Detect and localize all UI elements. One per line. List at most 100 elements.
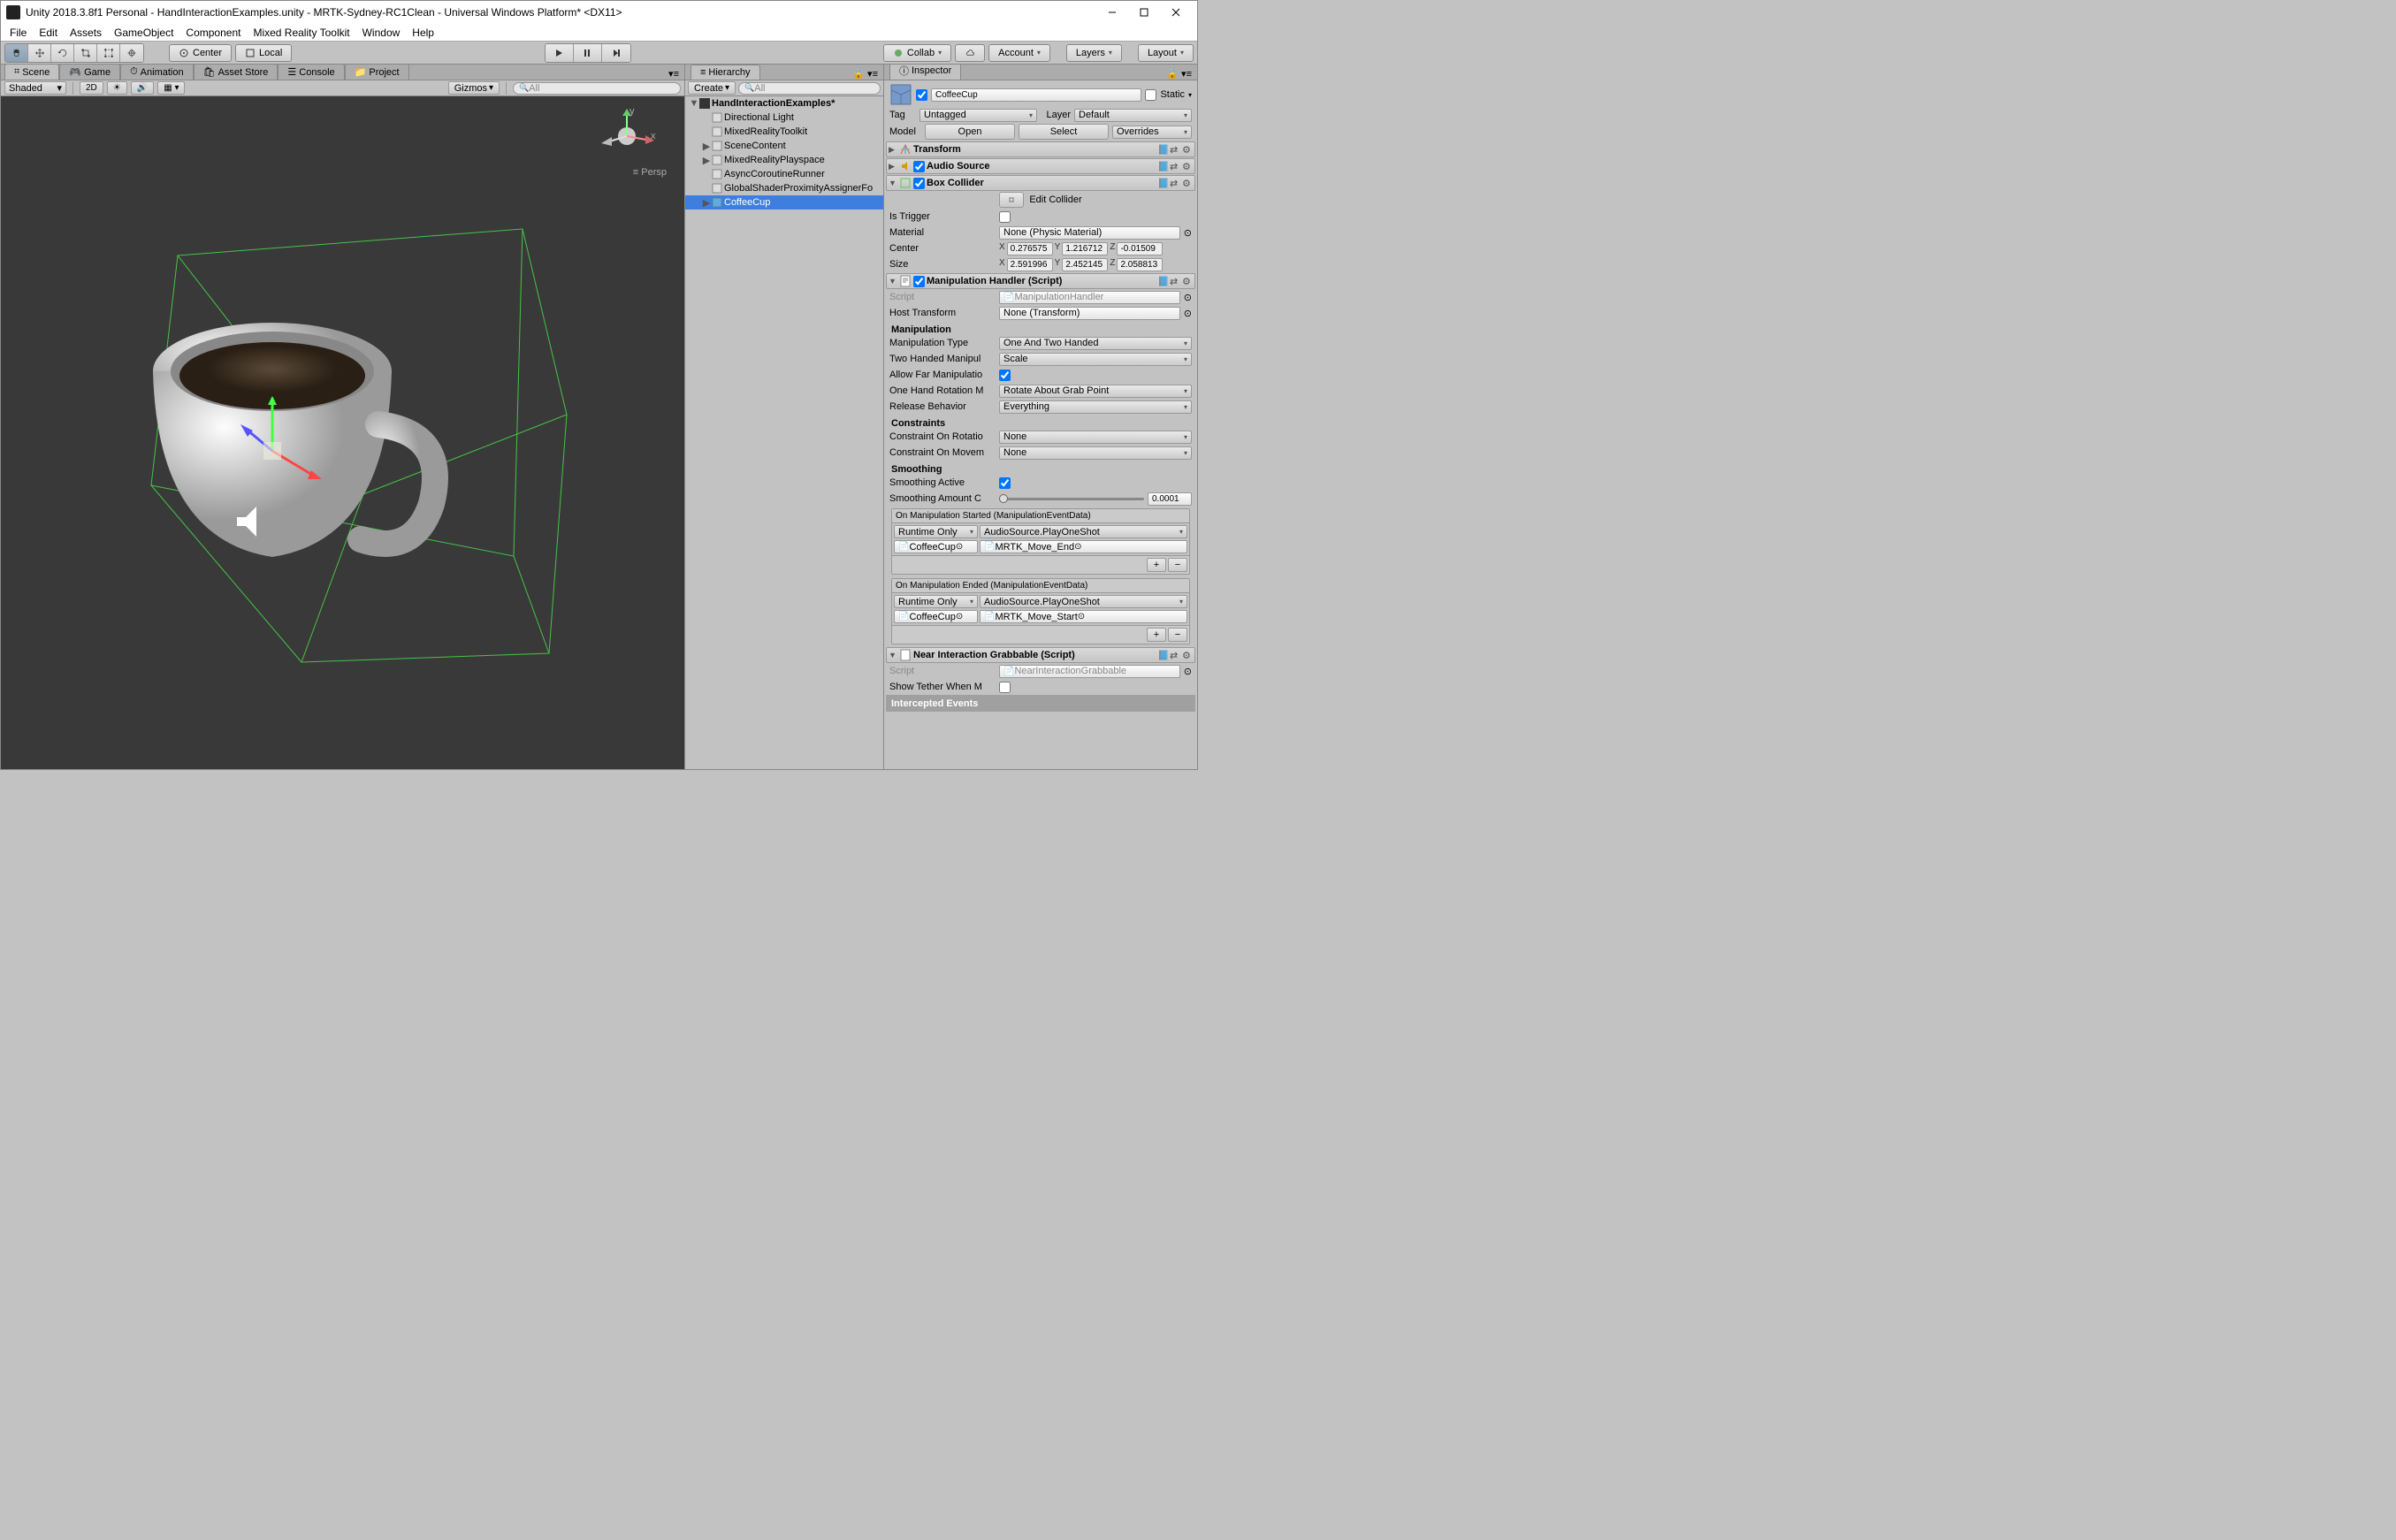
is-trigger-checkbox[interactable] — [999, 211, 1011, 223]
release-behavior-dropdown[interactable]: Everything — [999, 400, 1192, 414]
pivot-local-button[interactable]: Local — [235, 44, 292, 62]
tree-item[interactable]: Directional Light — [685, 111, 883, 125]
gizmos-dropdown[interactable]: Gizmos ▾ — [448, 81, 500, 95]
pause-button[interactable] — [574, 44, 602, 62]
menu-file[interactable]: File — [4, 25, 32, 41]
constraint-rotation-dropdown[interactable]: None — [999, 431, 1192, 444]
scene-root[interactable]: ▼HandInteractionExamples* — [685, 96, 883, 111]
layout-dropdown[interactable]: Layout — [1138, 44, 1194, 62]
hierarchy-lock-icon[interactable]: 🔒 ▾≡ — [847, 68, 883, 80]
center-y[interactable] — [1062, 242, 1108, 255]
preset-icon[interactable]: ⇄ — [1170, 650, 1180, 660]
gameobject-active-checkbox[interactable] — [916, 89, 927, 101]
select-prefab-button[interactable]: Select — [1019, 124, 1109, 140]
material-field[interactable]: None (Physic Material) — [999, 226, 1180, 240]
menu-edit[interactable]: Edit — [34, 25, 63, 41]
event-target-field[interactable]: 📄CoffeeCup ⊙ — [894, 540, 978, 553]
tree-item[interactable]: MixedRealityToolkit — [685, 125, 883, 139]
audio-source-component-header[interactable]: ▶ Audio Source 📘⇄⚙ — [886, 158, 1195, 174]
menu-assets[interactable]: Assets — [65, 25, 107, 41]
tab-animation[interactable]: ⏱Animation — [120, 64, 194, 80]
move-tool-icon[interactable] — [28, 44, 51, 62]
manip-type-dropdown[interactable]: One And Two Handed — [999, 337, 1192, 350]
object-picker-icon[interactable]: ⊙ — [1184, 666, 1192, 677]
open-prefab-button[interactable]: Open — [925, 124, 1015, 140]
event-arg-field[interactable]: 📄MRTK_Move_End ⊙ — [980, 540, 1187, 553]
help-icon[interactable]: 📘 — [1157, 161, 1168, 172]
account-dropdown[interactable]: Account — [988, 44, 1050, 62]
layers-dropdown[interactable]: Layers — [1066, 44, 1122, 62]
event-runtime-dropdown[interactable]: Runtime Only — [894, 595, 978, 608]
hand-tool-icon[interactable] — [5, 44, 28, 62]
transform-component-header[interactable]: ▶ Transform 📘⇄⚙ — [886, 141, 1195, 157]
step-button[interactable] — [602, 44, 630, 62]
preset-icon[interactable]: ⇄ — [1170, 178, 1180, 188]
event-arg-field[interactable]: 📄MRTK_Move_Start ⊙ — [980, 610, 1187, 623]
rotate-tool-icon[interactable] — [51, 44, 74, 62]
host-transform-field[interactable]: None (Transform) — [999, 307, 1180, 320]
orientation-gizmo[interactable]: y x — [596, 105, 658, 167]
constraint-movement-dropdown[interactable]: None — [999, 446, 1192, 460]
near-interaction-component-header[interactable]: ▼ Near Interaction Grabbable (Script) 📘⇄… — [886, 647, 1195, 663]
settings-icon[interactable]: ⚙ — [1182, 144, 1193, 155]
edit-collider-icon-button[interactable] — [999, 192, 1024, 208]
tree-item[interactable]: ▶MixedRealityPlayspace — [685, 153, 883, 167]
scale-tool-icon[interactable] — [74, 44, 97, 62]
pane-menu-icon[interactable]: ▾≡ — [668, 68, 684, 80]
event-add-button[interactable]: + — [1147, 558, 1166, 572]
tree-item[interactable]: GlobalShaderProximityAssignerFo — [685, 181, 883, 195]
layer-dropdown[interactable]: Default — [1074, 109, 1192, 122]
audio-enabled-checkbox[interactable] — [913, 161, 925, 172]
static-checkbox[interactable] — [1145, 89, 1156, 101]
preset-icon[interactable]: ⇄ — [1170, 144, 1180, 155]
help-icon[interactable]: 📘 — [1157, 144, 1168, 155]
help-icon[interactable]: 📘 — [1157, 276, 1168, 286]
tab-asset-store[interactable]: 🛍Asset Store — [194, 64, 279, 80]
center-x[interactable] — [1007, 242, 1053, 255]
smoothing-value[interactable] — [1148, 492, 1192, 506]
hierarchy-tab[interactable]: ≡ Hierarchy — [691, 65, 760, 80]
center-z[interactable] — [1117, 242, 1163, 255]
event-target-field[interactable]: 📄CoffeeCup ⊙ — [894, 610, 978, 623]
cloud-button[interactable] — [955, 44, 985, 62]
tab-game[interactable]: 🎮Game — [59, 64, 120, 80]
smoothing-slider[interactable] — [999, 492, 1144, 505]
collab-dropdown[interactable]: Collab — [883, 44, 951, 62]
settings-icon[interactable]: ⚙ — [1182, 650, 1193, 660]
size-x[interactable] — [1007, 258, 1053, 271]
menu-help[interactable]: Help — [407, 25, 439, 41]
smoothing-active-checkbox[interactable] — [999, 477, 1011, 489]
tag-dropdown[interactable]: Untagged — [919, 109, 1037, 122]
scene-view[interactable]: y x ≡ Persp — [1, 96, 684, 769]
play-button[interactable] — [546, 44, 574, 62]
help-icon[interactable]: 📘 — [1157, 650, 1168, 660]
settings-icon[interactable]: ⚙ — [1182, 178, 1193, 188]
tab-console[interactable]: ☰Console — [278, 64, 344, 80]
inspector-lock-icon[interactable]: 🔒 ▾≡ — [1161, 68, 1197, 80]
persp-label[interactable]: ≡ Persp — [633, 167, 667, 178]
menu-component[interactable]: Component — [180, 25, 246, 41]
tree-item[interactable]: AsyncCoroutineRunner — [685, 167, 883, 181]
tab-project[interactable]: 📁Project — [345, 64, 409, 80]
settings-icon[interactable]: ⚙ — [1182, 161, 1193, 172]
menu-gameobject[interactable]: GameObject — [109, 25, 179, 41]
intercepted-events-bar[interactable]: Intercepted Events — [886, 695, 1195, 712]
two-handed-dropdown[interactable]: Scale — [999, 353, 1192, 366]
size-z[interactable] — [1117, 258, 1163, 271]
tree-item[interactable]: ▶SceneContent — [685, 139, 883, 153]
tab-scene[interactable]: ⌗Scene — [4, 64, 59, 80]
help-icon[interactable]: 📘 — [1157, 178, 1168, 188]
allow-far-checkbox[interactable] — [999, 370, 1011, 381]
2d-toggle[interactable]: 2D — [80, 81, 103, 95]
one-hand-rot-dropdown[interactable]: Rotate About Grab Point — [999, 385, 1192, 398]
window-maximize-button[interactable] — [1128, 1, 1160, 24]
effects-toggle-icon[interactable]: ▦ ▾ — [157, 81, 185, 95]
window-close-button[interactable] — [1160, 1, 1192, 24]
menu-window[interactable]: Window — [357, 25, 406, 41]
hierarchy-search[interactable]: 🔍All — [738, 82, 881, 95]
event-function-dropdown[interactable]: AudioSource.PlayOneShot — [980, 525, 1187, 538]
event-remove-button[interactable]: − — [1168, 558, 1187, 572]
audio-toggle-icon[interactable]: 🔊 — [131, 81, 154, 95]
inspector-tab[interactable]: ⓘInspector — [889, 65, 961, 80]
overrides-dropdown[interactable]: Overrides — [1112, 126, 1192, 139]
